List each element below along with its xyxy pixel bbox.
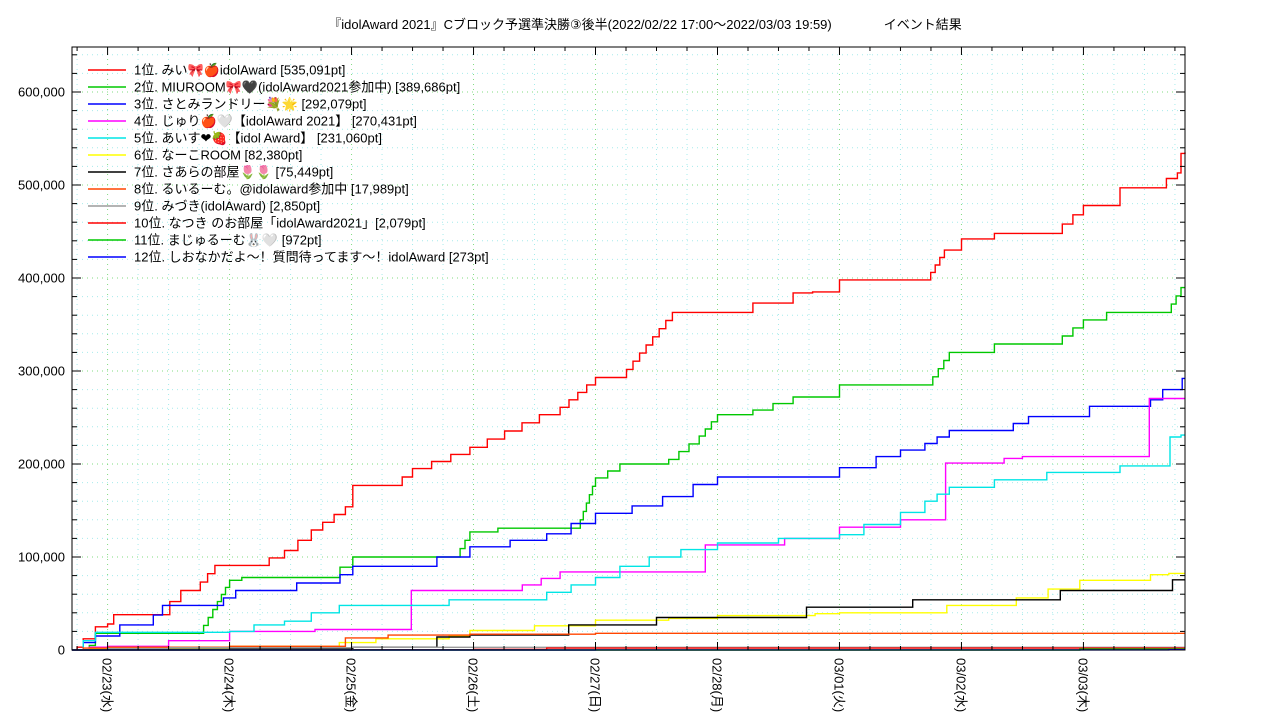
legend-label-rank-9: 9位. みづき(idolAward) [2,850pt] [134,199,320,214]
x-tick-label: 02/28(月) [709,658,724,712]
y-tick-label: 100,000 [18,550,65,565]
legend-label-rank-10: 10位. なつき のお部屋「idolAward2021」[2,079pt] [134,216,426,231]
x-tick-label: 03/03(木) [1075,658,1090,712]
series-line-rank-3 [72,377,1185,651]
chart-title: 『idolAward 2021』Cブロック予選準決勝③後半(2022/02/22… [328,17,962,32]
legend-label-rank-6: 6位. なーこROOM [82,380pt] [134,148,302,163]
legend-label-rank-12: 12位. しおなかだよ～！質問待ってます～！idolAward [273pt] [134,250,489,265]
y-tick-label: 200,000 [18,457,65,472]
x-tick-label: 02/27(日) [588,658,603,712]
y-tick-label: 0 [58,643,65,658]
legend-label-rank-7: 7位. さあらの部屋🌷🌷 [75,449pt] [134,165,333,180]
legend-label-rank-1: 1位. みい🎀🍎idolAward [535,091pt] [134,62,345,78]
legend: 1位. みい🎀🍎idolAward [535,091pt] 2位. MIUROO… [88,62,489,265]
legend-label-rank-4: 4位. じゅり🍎🤍【idolAward 2021】 [270,431pt] [134,113,417,129]
series-line-rank-5 [72,434,1185,651]
legend-label-rank-5: 5位. あいす❤🍓【idol Award】 [231,060pt] [134,131,382,146]
y-tick-label: 600,000 [18,85,65,100]
x-tick-label: 02/25(金) [344,658,359,712]
x-tick-label: 02/24(木) [222,658,237,712]
y-tick-label: 400,000 [18,271,65,286]
legend-label-rank-8: 8位. るいるーむ。@idolaward参加中 [17,989pt] [134,182,409,197]
y-tick-label: 500,000 [18,178,65,193]
legend-label-rank-3: 3位. さとみランドリー💐🌟 [292,079pt] [134,96,367,113]
series-line-rank-2 [72,286,1185,651]
series-line-rank-4 [72,397,1185,651]
x-tick-label: 03/01(火) [831,658,846,712]
chart-canvas: 『idolAward 2021』Cブロック予選準決勝③後半(2022/02/22… [0,0,1280,720]
legend-label-rank-2: 2位. MIUROOM🎀🖤(idolAward2021参加中) [389,686… [134,80,460,95]
x-tick-label: 02/23(水) [100,658,115,712]
x-tick-label: 03/02(水) [953,658,968,712]
series-line-rank-6 [72,572,1185,651]
y-tick-label: 300,000 [18,364,65,379]
x-tick-label: 02/26(土) [466,658,481,712]
ranking-line-chart: 『idolAward 2021』Cブロック予選準決勝③後半(2022/02/22… [18,17,1186,712]
legend-label-rank-11: 11位. まじゅるーむ🐰🤍 [972pt] [134,233,321,248]
